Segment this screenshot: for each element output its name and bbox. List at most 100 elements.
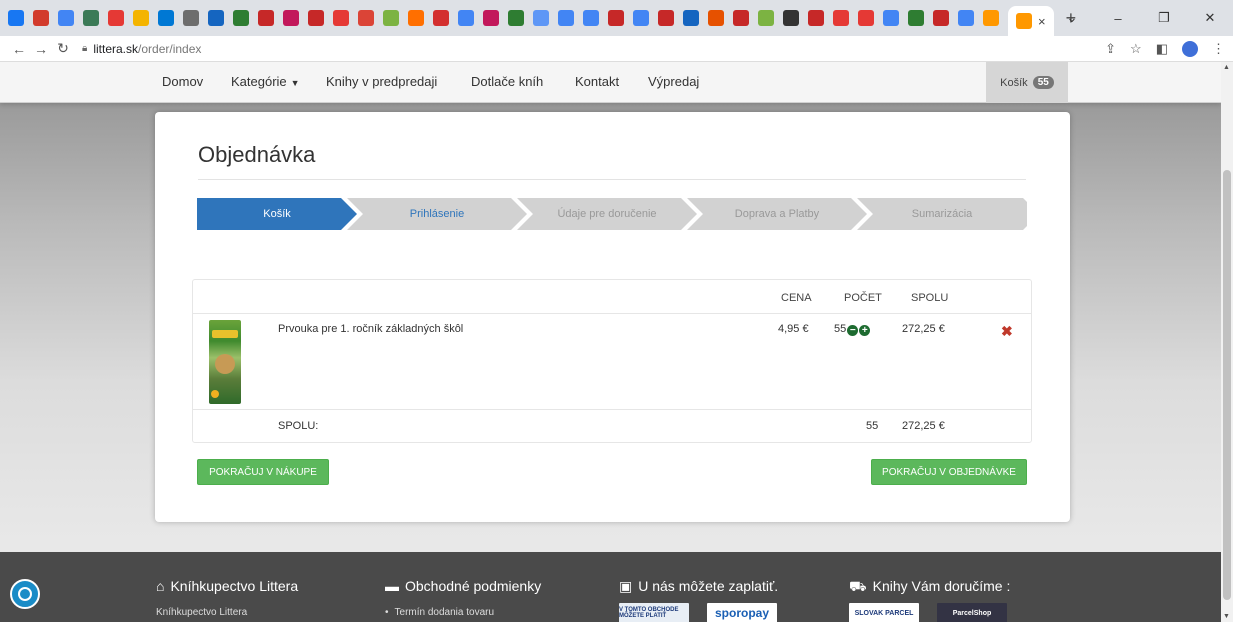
pinned-tab-favicon[interactable] — [883, 10, 899, 26]
payment-logo-tatra: V TOMTO OBCHODE MÔŽETE PLATIŤ — [619, 603, 689, 622]
tab-search-icon[interactable]: ⌄ — [1049, 10, 1095, 26]
money-icon: ▣ — [619, 578, 633, 594]
scroll-down-icon[interactable]: ▼ — [1223, 613, 1230, 620]
pinned-tab-favicon[interactable] — [8, 10, 24, 26]
cart-label: Košík — [1000, 76, 1028, 89]
payment-logo-sporopay: sporopay — [707, 603, 777, 622]
pinned-tab-favicon[interactable] — [58, 10, 74, 26]
pinned-tab-favicon[interactable] — [458, 10, 474, 26]
increase-quantity-icon[interactable]: + — [859, 325, 871, 336]
nav-categories[interactable]: Kategórie ▼ — [231, 74, 300, 89]
pinned-tab-favicon[interactable] — [33, 10, 49, 26]
step-delivery-label: Údaje pre doručenie — [557, 208, 657, 220]
reload-icon[interactable]: ↻ — [52, 40, 74, 57]
cart-table: CENA POČET SPOLU Prvouka pre 1. ročník z… — [192, 279, 1032, 443]
checkout-steps: Košík Prihlásenie Údaje pre doručenie Do… — [197, 198, 1027, 230]
nav-home[interactable]: Domov — [162, 74, 203, 89]
pinned-tab-favicon[interactable] — [583, 10, 599, 26]
footer-bookstore-link[interactable]: Kníhkupectvo Littera — [156, 607, 247, 618]
menu-kebab-icon[interactable]: ⋮ — [1212, 41, 1225, 57]
pinned-tab-favicon[interactable] — [608, 10, 624, 26]
pinned-tab-favicon[interactable] — [533, 10, 549, 26]
pinned-tab-favicon[interactable] — [733, 10, 749, 26]
url-field[interactable]: 🔒︎ littera.sk/order/index — [82, 42, 201, 56]
back-icon[interactable]: ← — [8, 41, 30, 57]
pinned-tabs — [8, 10, 1008, 26]
footer-col-payment: ▣ U nás môžete zaplatiť. — [619, 578, 778, 595]
page-scrollbar[interactable]: ▲ ▼ — [1221, 62, 1233, 622]
restore-icon[interactable]: ❐ — [1141, 10, 1187, 26]
folder-icon: ▬ — [385, 578, 399, 594]
step-cart[interactable]: Košík — [197, 198, 357, 230]
pinned-tab-favicon[interactable] — [758, 10, 774, 26]
pinned-tab-favicon[interactable] — [83, 10, 99, 26]
chat-widget-icon[interactable] — [10, 579, 40, 609]
pinned-tab-favicon[interactable] — [283, 10, 299, 26]
pinned-tab-favicon[interactable] — [933, 10, 949, 26]
pinned-tab-favicon[interactable] — [433, 10, 449, 26]
side-panel-icon[interactable]: ◧ — [1156, 41, 1168, 57]
cart-count-badge: 55 — [1032, 76, 1054, 89]
pinned-tab-favicon[interactable] — [133, 10, 149, 26]
nav-categories-label: Kategórie — [231, 74, 287, 89]
pinned-tab-favicon[interactable] — [633, 10, 649, 26]
scroll-up-icon[interactable]: ▲ — [1223, 64, 1230, 71]
footer-delivery-time-link[interactable]: • Termín dodania tovaru — [385, 607, 494, 618]
pinned-tab-favicon[interactable] — [233, 10, 249, 26]
site-navbar: Domov Kategórie ▼ Knihy v predpredaji Dot… — [0, 62, 1221, 103]
pinned-tab-favicon[interactable] — [508, 10, 524, 26]
pinned-tab-favicon[interactable] — [408, 10, 424, 26]
pinned-tab-favicon[interactable] — [858, 10, 874, 26]
pinned-tab-favicon[interactable] — [158, 10, 174, 26]
share-icon[interactable]: ⇪ — [1105, 41, 1116, 57]
step-delivery: Údaje pre doručenie — [517, 198, 697, 230]
pinned-tab-favicon[interactable] — [358, 10, 374, 26]
nav-preorders[interactable]: Knihy v predpredaji — [326, 74, 437, 89]
step-login[interactable]: Prihlásenie — [347, 198, 527, 230]
item-price: 4,95 € — [778, 323, 809, 335]
footer-bookstore-title: Kníhkupectvo Littera — [170, 578, 299, 594]
nav-sale[interactable]: Výpredaj — [648, 74, 699, 89]
lock-icon: 🔒︎ — [82, 43, 88, 54]
pinned-tab-favicon[interactable] — [383, 10, 399, 26]
pinned-tab-favicon[interactable] — [983, 10, 999, 26]
cart-button[interactable]: Košík 55 — [986, 62, 1068, 103]
browser-tab-strip: × + ⌄ – ❐ ✕ — [0, 0, 1233, 36]
continue-shopping-button[interactable]: POKRAČUJ V NÁKUPE — [197, 459, 329, 485]
pinned-tab-favicon[interactable] — [708, 10, 724, 26]
pinned-tab-favicon[interactable] — [183, 10, 199, 26]
sum-total: 272,25 € — [902, 420, 945, 432]
pinned-tab-favicon[interactable] — [658, 10, 674, 26]
pinned-tab-favicon[interactable] — [558, 10, 574, 26]
pinned-tab-favicon[interactable] — [308, 10, 324, 26]
scrollbar-thumb[interactable] — [1223, 170, 1231, 600]
pinned-tab-favicon[interactable] — [958, 10, 974, 26]
continue-order-button[interactable]: POKRAČUJ V OBJEDNÁVKE — [871, 459, 1027, 485]
book-cover-thumbnail[interactable] — [209, 320, 241, 404]
decrease-quantity-icon[interactable]: − — [847, 325, 859, 336]
pinned-tab-favicon[interactable] — [333, 10, 349, 26]
url-domain: littera.sk — [93, 41, 139, 56]
nav-reprints[interactable]: Dotlače kníh — [471, 74, 543, 89]
pinned-tab-favicon[interactable] — [208, 10, 224, 26]
item-name-link[interactable]: Prvouka pre 1. ročník základných škôl — [278, 323, 463, 335]
step-shipping: Doprava a Platby — [687, 198, 867, 230]
nav-contact[interactable]: Kontakt — [575, 74, 619, 89]
active-tab[interactable]: × — [1008, 6, 1054, 36]
close-window-icon[interactable]: ✕ — [1187, 10, 1233, 26]
pinned-tab-favicon[interactable] — [108, 10, 124, 26]
profile-avatar[interactable] — [1182, 41, 1198, 57]
pinned-tab-favicon[interactable] — [783, 10, 799, 26]
forward-icon[interactable]: → — [30, 41, 52, 57]
pinned-tab-favicon[interactable] — [808, 10, 824, 26]
remove-item-icon[interactable]: ✖ — [1001, 323, 1013, 340]
pinned-tab-favicon[interactable] — [833, 10, 849, 26]
bookmark-star-icon[interactable]: ☆ — [1130, 41, 1142, 57]
minimize-icon[interactable]: – — [1095, 11, 1141, 26]
pinned-tab-favicon[interactable] — [908, 10, 924, 26]
truck-icon: ⛟ — [849, 578, 867, 594]
pinned-tab-favicon[interactable] — [683, 10, 699, 26]
close-tab-icon[interactable]: × — [1038, 14, 1046, 29]
pinned-tab-favicon[interactable] — [483, 10, 499, 26]
pinned-tab-favicon[interactable] — [258, 10, 274, 26]
